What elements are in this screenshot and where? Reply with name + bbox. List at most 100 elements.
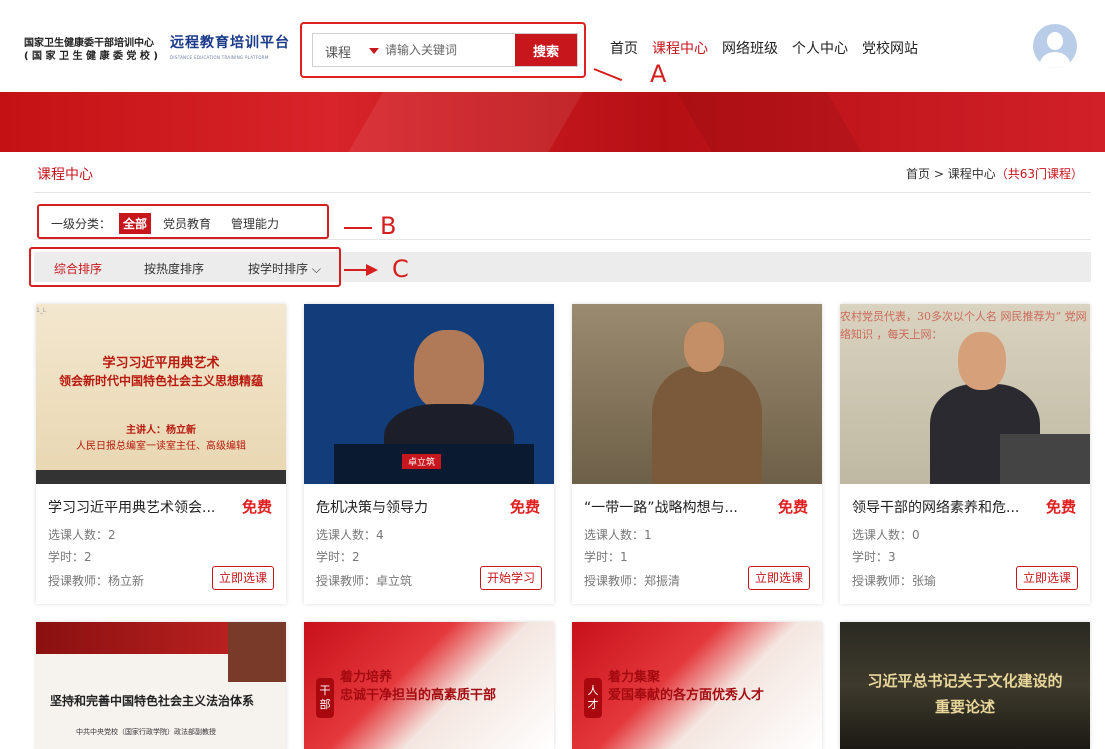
course-card[interactable]: 学习习近平用典艺术 领会新时代中国特色社会主义思想精蕴 主讲人：杨立新 人民日报…: [36, 304, 286, 604]
enroll-button[interactable]: 立即选课: [747, 566, 810, 590]
chevron-down-icon[interactable]: [369, 48, 379, 54]
nav-party-school-site[interactable]: 党校网站: [862, 38, 918, 58]
course-teacher: 授课教师：杨立新: [48, 574, 145, 588]
course-hours: 学时：2: [316, 550, 360, 564]
speaker-figure: [414, 330, 484, 410]
nav-online-class[interactable]: 网络班级: [722, 38, 778, 58]
course-title[interactable]: 领导干部的网络素养和危...: [852, 497, 1022, 517]
annotation-b-line: [344, 227, 372, 229]
thumbnail-title: 着力培养: [340, 670, 393, 685]
course-panel: 课程中心 首页 > 课程中心（共63门课程） 一级分类： 全部 党员教育 管理能…: [22, 152, 1095, 749]
avatar[interactable]: [1033, 24, 1077, 68]
price-badge: 免费: [1045, 498, 1076, 516]
speaker-figure: [684, 322, 724, 372]
video-controls-bar: [36, 470, 286, 484]
hero-banner: [0, 92, 1105, 152]
sort-by-popularity[interactable]: 按热度排序: [144, 260, 204, 277]
thumbnail-banner: [36, 622, 228, 654]
course-thumbnail[interactable]: 农村党员代表，30多次以个人名 网民推荐为“ 党网络知识 ，每天上网：: [840, 304, 1090, 484]
enrolled-count: 选课人数：0: [852, 528, 920, 542]
course-count: （共63门课程）: [995, 167, 1083, 181]
enroll-button[interactable]: 立即选课: [1015, 566, 1078, 590]
avatar-head-icon: [1047, 32, 1063, 50]
category-item-party-education[interactable]: 党员教育: [159, 213, 215, 234]
breadcrumb-home[interactable]: 首页: [906, 167, 930, 181]
thumbnail-subtitle: 领会新时代中国特色社会主义思想精蕴: [58, 374, 263, 388]
course-thumbnail[interactable]: 学习习近平用典艺术 领会新时代中国特色社会主义思想精蕴 主讲人：杨立新 人民日报…: [36, 304, 286, 484]
search-category-select[interactable]: 课程: [325, 42, 351, 61]
banner-decoration: [671, 92, 879, 152]
platform-logo[interactable]: 远程教育培训平台 DISTANCE EDUCATION TRAINING PLA…: [170, 32, 290, 60]
search-button[interactable]: 搜索: [515, 34, 577, 66]
sort-bar: 综合排序 按热度排序 按学时排序 ⌵: [29, 247, 1091, 287]
course-title[interactable]: “一带一路”战略构想与...: [584, 497, 754, 517]
course-card[interactable]: “一带一路”战略构想与... 免费 选课人数：1 学时：1 授课教师：郑振清 立…: [572, 304, 822, 604]
sort-by-hours[interactable]: 按学时排序 ⌵: [248, 260, 321, 277]
course-card[interactable]: 人才 着力集聚 爱国奉献的各方面优秀人才: [572, 622, 822, 749]
thumbnail-seal: 人才: [584, 678, 602, 718]
course-title[interactable]: 危机决策与领导力: [316, 497, 486, 517]
thumbnail-subtitle: 爱国奉献的各方面优秀人才: [608, 688, 765, 703]
main-nav: 首页 课程中心 网络班级 个人中心 党校网站: [610, 38, 918, 58]
enroll-button[interactable]: 立即选课: [211, 566, 274, 590]
category-item-management[interactable]: 管理能力: [227, 213, 283, 234]
search-input[interactable]: [385, 39, 515, 61]
annotation-a-label: A: [650, 60, 667, 88]
annotation-b-label: B: [380, 212, 397, 240]
enrolled-count: 选课人数：4: [316, 528, 384, 542]
header: 国家卫生健康委干部培训中心 ( 国 家 卫 生 健 康 委 党 校 ) 远程教育…: [0, 0, 1105, 92]
breadcrumb-current: 课程中心: [947, 167, 996, 181]
thumbnail-nameplate: 卓立筑: [402, 454, 442, 469]
breadcrumb: 首页 > 课程中心（共63门课程）: [906, 165, 1083, 182]
course-teacher: 授课教师：张瑜: [852, 574, 937, 588]
course-card[interactable]: 坚持和完善中国特色社会主义法治体系 中共中央党校（国家行政学院）政法部副教授: [36, 622, 286, 749]
speaker-figure: [958, 332, 1006, 390]
nav-course-center[interactable]: 课程中心: [652, 38, 708, 58]
divider: [34, 192, 1091, 193]
platform-name: 远程教育培训平台: [170, 35, 290, 51]
course-card[interactable]: 卓立筑 危机决策与领导力 免费 选课人数：4 学时：2 授课教师：卓立筑 开始学…: [304, 304, 554, 604]
nav-personal-center[interactable]: 个人中心: [792, 38, 848, 58]
course-title[interactable]: 学习习近平用典艺术领会...: [48, 497, 218, 517]
banner-decoration: [325, 92, 595, 152]
platform-name-en: DISTANCE EDUCATION TRAINING PLATFORM: [170, 55, 269, 60]
course-thumbnail[interactable]: 卓立筑: [304, 304, 554, 484]
course-teacher: 授课教师：卓立筑: [316, 574, 413, 588]
category-annotation-box: 一级分类： 全部 党员教育 管理能力: [37, 204, 329, 239]
course-card[interactable]: 农村党员代表，30多次以个人名 网民推荐为“ 党网络知识 ，每天上网： 领导干部…: [840, 304, 1090, 604]
thumbnail-speaker-title: 人民日报总编室一读室主任、高级编辑: [76, 441, 246, 452]
course-thumbnail[interactable]: 习近平总书记关于文化建设的 重要论述: [840, 622, 1090, 749]
course-hours: 学时：3: [852, 550, 896, 564]
page-title: 课程中心: [37, 167, 93, 183]
course-card[interactable]: 干部 着力培养 忠诚干净担当的高素质干部: [304, 622, 554, 749]
org-name-line1: 国家卫生健康委干部培训中心: [24, 38, 154, 49]
course-hours: 学时：1: [584, 550, 628, 564]
nav-home[interactable]: 首页: [610, 38, 638, 58]
course-thumbnail[interactable]: 坚持和完善中国特色社会主义法治体系 中共中央党校（国家行政学院）政法部副教授: [36, 622, 286, 749]
org-name: 国家卫生健康委干部培训中心 ( 国 家 卫 生 健 康 委 党 校 ): [24, 37, 158, 63]
start-learning-button[interactable]: 开始学习: [479, 566, 542, 590]
thumbnail-title: 习近平总书记关于文化建设的: [867, 672, 1063, 690]
course-hours: 学时：2: [48, 550, 92, 564]
avatar-body-icon: [1040, 52, 1070, 68]
thumbnail-subtitle: 中共中央党校（国家行政学院）政法部副教授: [76, 728, 216, 736]
annotation-c-line: [344, 269, 368, 271]
annotation-c-label: C: [392, 255, 409, 283]
thumbnail-title: 坚持和完善中国特色社会主义法治体系: [50, 694, 255, 708]
page: 国家卫生健康委干部培训中心 ( 国 家 卫 生 健 康 委 党 校 ) 远程教育…: [0, 0, 1105, 749]
thumbnail-subtitle: 忠诚干净担当的高素质干部: [340, 688, 497, 703]
speaker-photo: [228, 622, 286, 682]
thumbnail-tag: 1_L: [36, 307, 47, 314]
speaker-figure: [652, 366, 762, 484]
category-item-all[interactable]: 全部: [119, 213, 152, 234]
annotation-c-arrow-icon: [366, 264, 378, 276]
sort-comprehensive[interactable]: 综合排序: [54, 260, 102, 277]
search-annotation-box: 课程 搜索: [300, 22, 586, 78]
course-thumbnail[interactable]: 人才 着力集聚 爱国奉献的各方面优秀人才: [572, 622, 822, 749]
category-label: 一级分类：: [51, 217, 112, 231]
thumbnail-title: 着力集聚: [608, 670, 661, 685]
course-card[interactable]: 习近平总书记关于文化建设的 重要论述: [840, 622, 1090, 749]
price-badge: 免费: [241, 498, 272, 516]
course-thumbnail[interactable]: 干部 着力培养 忠诚干净担当的高素质干部: [304, 622, 554, 749]
course-thumbnail[interactable]: [572, 304, 822, 484]
